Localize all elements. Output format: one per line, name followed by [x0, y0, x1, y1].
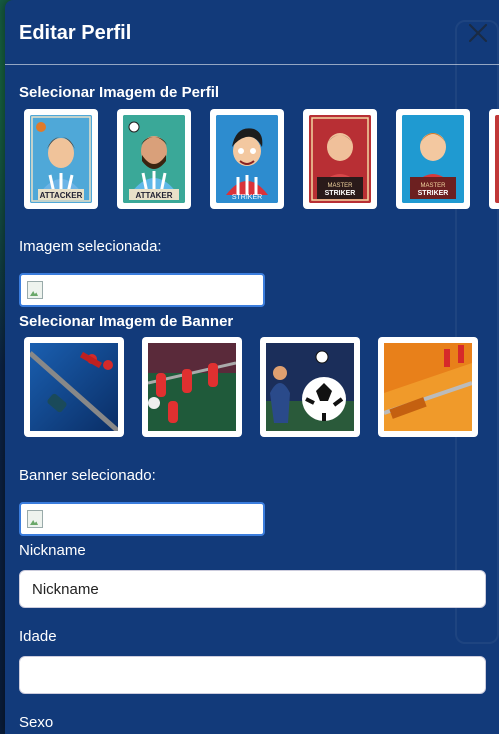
- avatar: MASTER STRIKER: [402, 115, 464, 203]
- banner-image: [148, 343, 236, 431]
- banner-section-label: Selecionar Imagem de Banner: [19, 313, 234, 330]
- nickname-label: Nickname: [19, 542, 86, 559]
- profile-image-option[interactable]: [489, 109, 499, 209]
- profile-image-section-label: Selecionar Imagem de Perfil: [19, 84, 220, 101]
- banner-image-list: [24, 337, 496, 437]
- svg-text:STRIKER: STRIKER: [232, 194, 262, 201]
- selected-banner-label: Banner selecionado:: [19, 467, 156, 484]
- profile-image-list: ATTACKER ATTAKER STRIKER MASTER STRIKER …: [24, 109, 499, 209]
- banner-image: [30, 343, 118, 431]
- broken-image-icon: [27, 281, 43, 299]
- svg-text:STRIKER: STRIKER: [325, 190, 356, 197]
- banner-image-option[interactable]: [260, 337, 360, 437]
- selected-banner-preview: [19, 502, 265, 536]
- svg-text:ATTAKER: ATTAKER: [135, 191, 172, 200]
- broken-image-icon: [27, 510, 43, 528]
- close-icon[interactable]: [467, 22, 489, 44]
- selected-image-label: Imagem selecionada:: [19, 238, 162, 255]
- selected-image-preview: [19, 273, 265, 307]
- profile-image-option[interactable]: ATTACKER: [24, 109, 98, 209]
- svg-text:STRIKER: STRIKER: [418, 190, 449, 197]
- banner-image-option[interactable]: [142, 337, 242, 437]
- sexo-label: Sexo: [19, 714, 54, 731]
- banner-image-option[interactable]: [378, 337, 478, 437]
- profile-image-option[interactable]: STRIKER: [210, 109, 284, 209]
- idade-input[interactable]: [19, 656, 486, 694]
- avatar: MASTER STRIKER: [309, 115, 371, 203]
- nickname-input[interactable]: [19, 570, 486, 608]
- modal-title: Editar Perfil: [19, 22, 132, 44]
- avatar: ATTACKER: [30, 115, 92, 203]
- svg-text:MASTER: MASTER: [420, 183, 446, 189]
- profile-image-option[interactable]: MASTER STRIKER: [396, 109, 470, 209]
- profile-image-option[interactable]: MASTER STRIKER: [303, 109, 377, 209]
- avatar: STRIKER: [216, 115, 278, 203]
- profile-image-option[interactable]: ATTAKER: [117, 109, 191, 209]
- banner-image: [266, 343, 354, 431]
- svg-text:ATTACKER: ATTACKER: [40, 191, 83, 200]
- idade-label: Idade: [19, 628, 57, 645]
- svg-text:MASTER: MASTER: [327, 183, 353, 189]
- avatar: [495, 115, 499, 203]
- banner-image-option[interactable]: [24, 337, 124, 437]
- avatar: ATTAKER: [123, 115, 185, 203]
- modal-header: Editar Perfil: [5, 0, 499, 65]
- edit-profile-modal: Editar Perfil Selecionar Imagem de Perfi…: [5, 0, 499, 734]
- banner-image: [384, 343, 472, 431]
